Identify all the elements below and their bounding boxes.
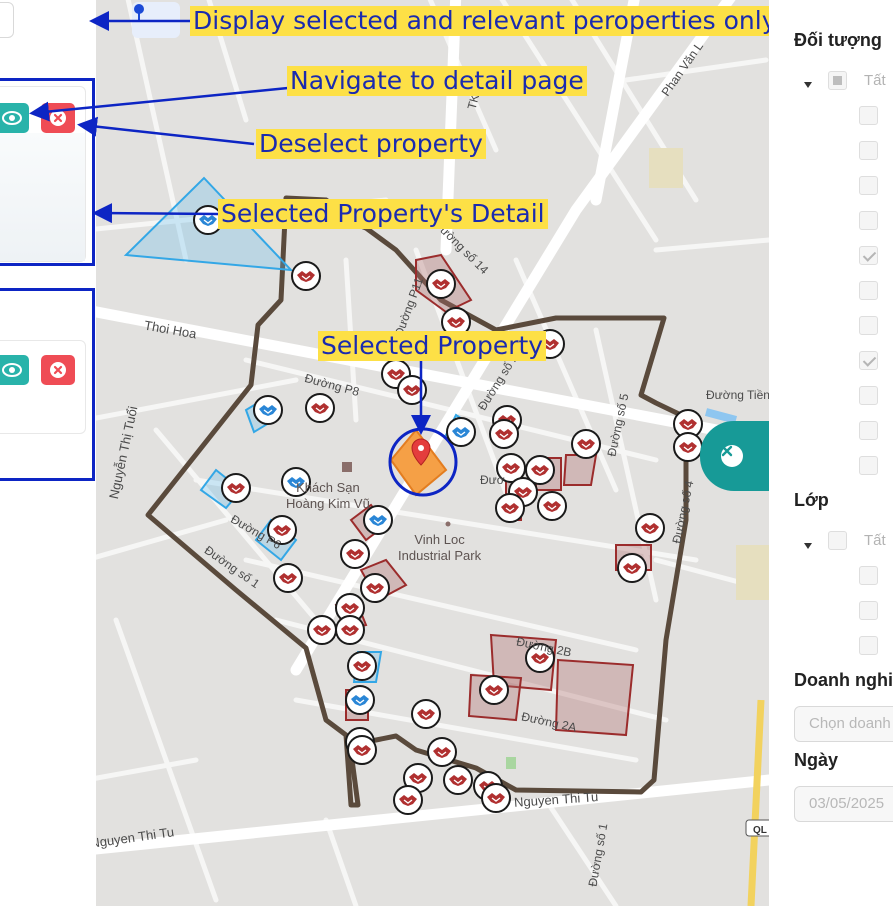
- property-marker[interactable]: [446, 417, 476, 447]
- property-marker[interactable]: [347, 651, 377, 681]
- property-marker[interactable]: [479, 675, 509, 705]
- object-item-checkbox-11[interactable]: [859, 456, 878, 475]
- property-marker[interactable]: [393, 785, 423, 815]
- object-section-title: Đối tượng: [794, 30, 882, 50]
- annotation-selected-property: Selected Property: [318, 331, 547, 361]
- object-item-checkbox-8[interactable]: [859, 351, 878, 370]
- object-item-checkbox-2[interactable]: [859, 141, 878, 160]
- view-detail-button[interactable]: [0, 103, 29, 133]
- annotation-display-selected: Display selected and relevant peropertie…: [190, 6, 780, 36]
- object-item-checkbox-10[interactable]: [859, 421, 878, 440]
- poi-park-line1: Vinh Loc: [414, 532, 465, 547]
- caret-down-icon[interactable]: [804, 82, 812, 88]
- pin-icon: [134, 4, 144, 22]
- deselect-button[interactable]: [41, 103, 75, 133]
- eye-icon: [2, 111, 22, 125]
- close-circle-icon: [50, 110, 66, 126]
- selected-property-card: [0, 86, 86, 262]
- business-select[interactable]: Chọn doanh: [794, 706, 893, 742]
- property-marker[interactable]: [537, 491, 567, 521]
- eye-icon: [2, 363, 22, 377]
- property-marker[interactable]: [340, 539, 370, 569]
- property-marker[interactable]: [397, 375, 427, 405]
- property-marker[interactable]: [335, 615, 365, 645]
- annotation-selected-detail: Selected Property's Detail: [218, 199, 548, 229]
- property-marker[interactable]: [617, 553, 647, 583]
- close-circle-icon: [50, 362, 66, 378]
- property-marker[interactable]: [273, 563, 303, 593]
- property-marker[interactable]: [489, 419, 519, 449]
- business-section-title: Doanh nghi: [794, 670, 893, 690]
- annotation-deselect: Deselect property: [256, 129, 486, 159]
- property-marker[interactable]: [635, 513, 665, 543]
- property-marker[interactable]: [253, 395, 283, 425]
- deselect-button-2[interactable]: [41, 355, 75, 385]
- object-item-checkbox-3[interactable]: [859, 176, 878, 195]
- road-badge: QL: [753, 825, 767, 836]
- object-item-checkbox-6[interactable]: [859, 281, 878, 300]
- date-input[interactable]: 03/05/2025: [794, 786, 893, 822]
- layer-item-checkbox-2[interactable]: [859, 601, 878, 620]
- filter-selected-button[interactable]: [132, 2, 180, 38]
- object-item-checkbox-4[interactable]: [859, 211, 878, 230]
- property-marker[interactable]: [495, 493, 525, 523]
- close-map-button[interactable]: [700, 421, 769, 491]
- layer-all-checkbox[interactable]: [828, 531, 847, 550]
- label-duong-tien: Đường Tiền: [706, 388, 769, 402]
- property-marker[interactable]: [426, 269, 456, 299]
- property-card-2: [0, 340, 86, 434]
- layer-item-checkbox-3[interactable]: [859, 636, 878, 655]
- property-marker[interactable]: [443, 765, 473, 795]
- layer-section-title: Lớp: [794, 490, 829, 510]
- property-marker[interactable]: [221, 473, 251, 503]
- caret-down-icon[interactable]: [804, 543, 812, 549]
- property-marker[interactable]: [345, 685, 375, 715]
- property-marker[interactable]: [427, 737, 457, 767]
- close-icon: [721, 445, 743, 467]
- property-marker[interactable]: [481, 783, 511, 813]
- poi-hotel-line2: Hoàng Kim Vũ: [286, 496, 370, 511]
- property-marker[interactable]: [673, 432, 703, 462]
- object-item-checkbox-9[interactable]: [859, 386, 878, 405]
- label-duong-partial: Đườ: [480, 473, 505, 487]
- poi-hotel: Khách Sạn Hoàng Kim Vũ: [286, 480, 370, 512]
- object-item-checkbox-7[interactable]: [859, 316, 878, 335]
- date-section-title: Ngày: [794, 750, 839, 770]
- left-panel: [0, 0, 96, 906]
- object-all-label: Tất: [864, 72, 886, 89]
- poi-industrial-park: Vinh Loc Industrial Park: [398, 532, 481, 564]
- property-marker[interactable]: [307, 615, 337, 645]
- object-all-checkbox[interactable]: [828, 71, 847, 90]
- property-marker[interactable]: [305, 393, 335, 423]
- property-marker[interactable]: [571, 429, 601, 459]
- annotation-navigate-detail: Navigate to detail page: [287, 66, 587, 96]
- property-marker[interactable]: [291, 261, 321, 291]
- poi-hotel-line1: Khách Sạn: [296, 480, 360, 495]
- search-input[interactable]: [0, 2, 14, 38]
- layer-item-checkbox-1[interactable]: [859, 566, 878, 585]
- property-marker[interactable]: [411, 699, 441, 729]
- object-item-checkbox-5[interactable]: [859, 246, 878, 265]
- filter-panel: Đối tượng Tất Lớp Tất Doanh nghi Chọn do…: [769, 0, 893, 906]
- property-marker[interactable]: [360, 573, 390, 603]
- poi-park-line2: Industrial Park: [398, 548, 482, 563]
- property-marker[interactable]: [347, 735, 377, 765]
- object-item-checkbox-1[interactable]: [859, 106, 878, 125]
- view-detail-button-2[interactable]: [0, 355, 29, 385]
- layer-all-label: Tất: [864, 532, 886, 549]
